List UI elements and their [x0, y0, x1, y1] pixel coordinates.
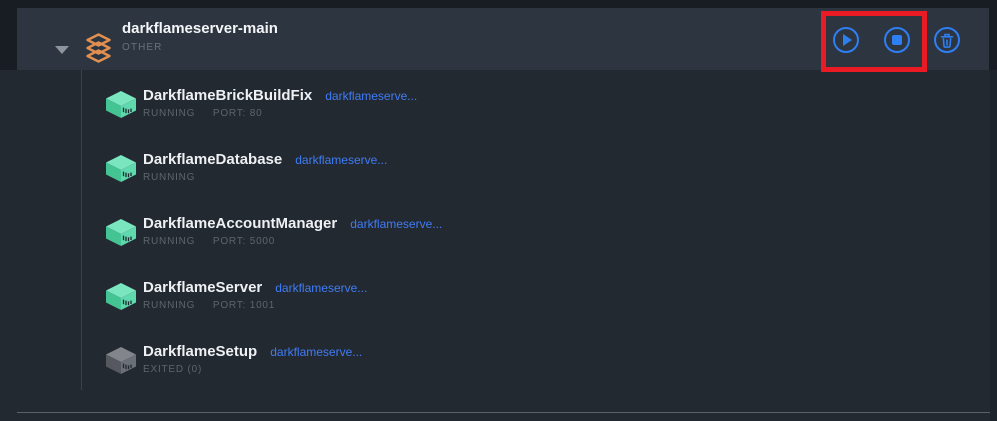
container-status: EXITED (0) — [143, 364, 202, 375]
container-name: DarkflameBrickBuildFix — [143, 87, 312, 105]
collapse-caret-icon[interactable] — [55, 46, 69, 54]
container-name: DarkflameServer — [143, 279, 262, 297]
start-button[interactable] — [833, 27, 859, 53]
container-name: DarkflameSetup — [143, 343, 257, 361]
container-port: PORT: 80 — [213, 108, 263, 119]
stop-icon — [892, 35, 902, 45]
stop-button[interactable] — [884, 27, 910, 53]
container-status: RUNNING — [143, 236, 195, 247]
stack-header: darkflameserver-main OTHER — [17, 8, 989, 70]
container-status: RUNNING — [143, 300, 195, 311]
container-row[interactable]: DarkflameBrickBuildFix darkflameserve...… — [0, 78, 997, 142]
trash-icon — [940, 33, 954, 48]
stack-subtitle: OTHER — [122, 42, 278, 53]
stack-title: darkflameserver-main — [122, 19, 278, 38]
container-status: RUNNING — [143, 108, 195, 119]
containers-panel: DarkflameBrickBuildFix darkflameserve...… — [0, 70, 997, 421]
play-icon — [843, 34, 852, 46]
container-link[interactable]: darkflameserve... — [325, 89, 417, 103]
container-box-icon — [106, 283, 136, 315]
container-link[interactable]: darkflameserve... — [270, 345, 362, 359]
container-status: RUNNING — [143, 172, 195, 183]
delete-button[interactable] — [934, 27, 960, 53]
container-link[interactable]: darkflameserve... — [350, 217, 442, 231]
bottom-divider — [17, 412, 990, 413]
container-row[interactable]: DarkflameServer darkflameserve... RUNNIN… — [0, 270, 997, 334]
container-link[interactable]: darkflameserve... — [275, 281, 367, 295]
container-name: DarkflameAccountManager — [143, 215, 337, 233]
container-port: PORT: 5000 — [213, 236, 275, 247]
container-port: PORT: 1001 — [213, 300, 275, 311]
container-row[interactable]: DarkflameDatabase darkflameserve... RUNN… — [0, 142, 997, 206]
container-box-icon — [106, 219, 136, 251]
container-row[interactable]: DarkflameSetup darkflameserve... EXITED … — [0, 334, 997, 398]
container-box-icon-exited — [106, 347, 136, 379]
container-link[interactable]: darkflameserve... — [295, 153, 387, 167]
container-box-icon — [106, 155, 136, 187]
container-row[interactable]: DarkflameAccountManager darkflameserve..… — [0, 206, 997, 270]
stack-layers-icon — [85, 33, 112, 68]
container-name: DarkflameDatabase — [143, 151, 282, 169]
container-box-icon — [106, 91, 136, 123]
